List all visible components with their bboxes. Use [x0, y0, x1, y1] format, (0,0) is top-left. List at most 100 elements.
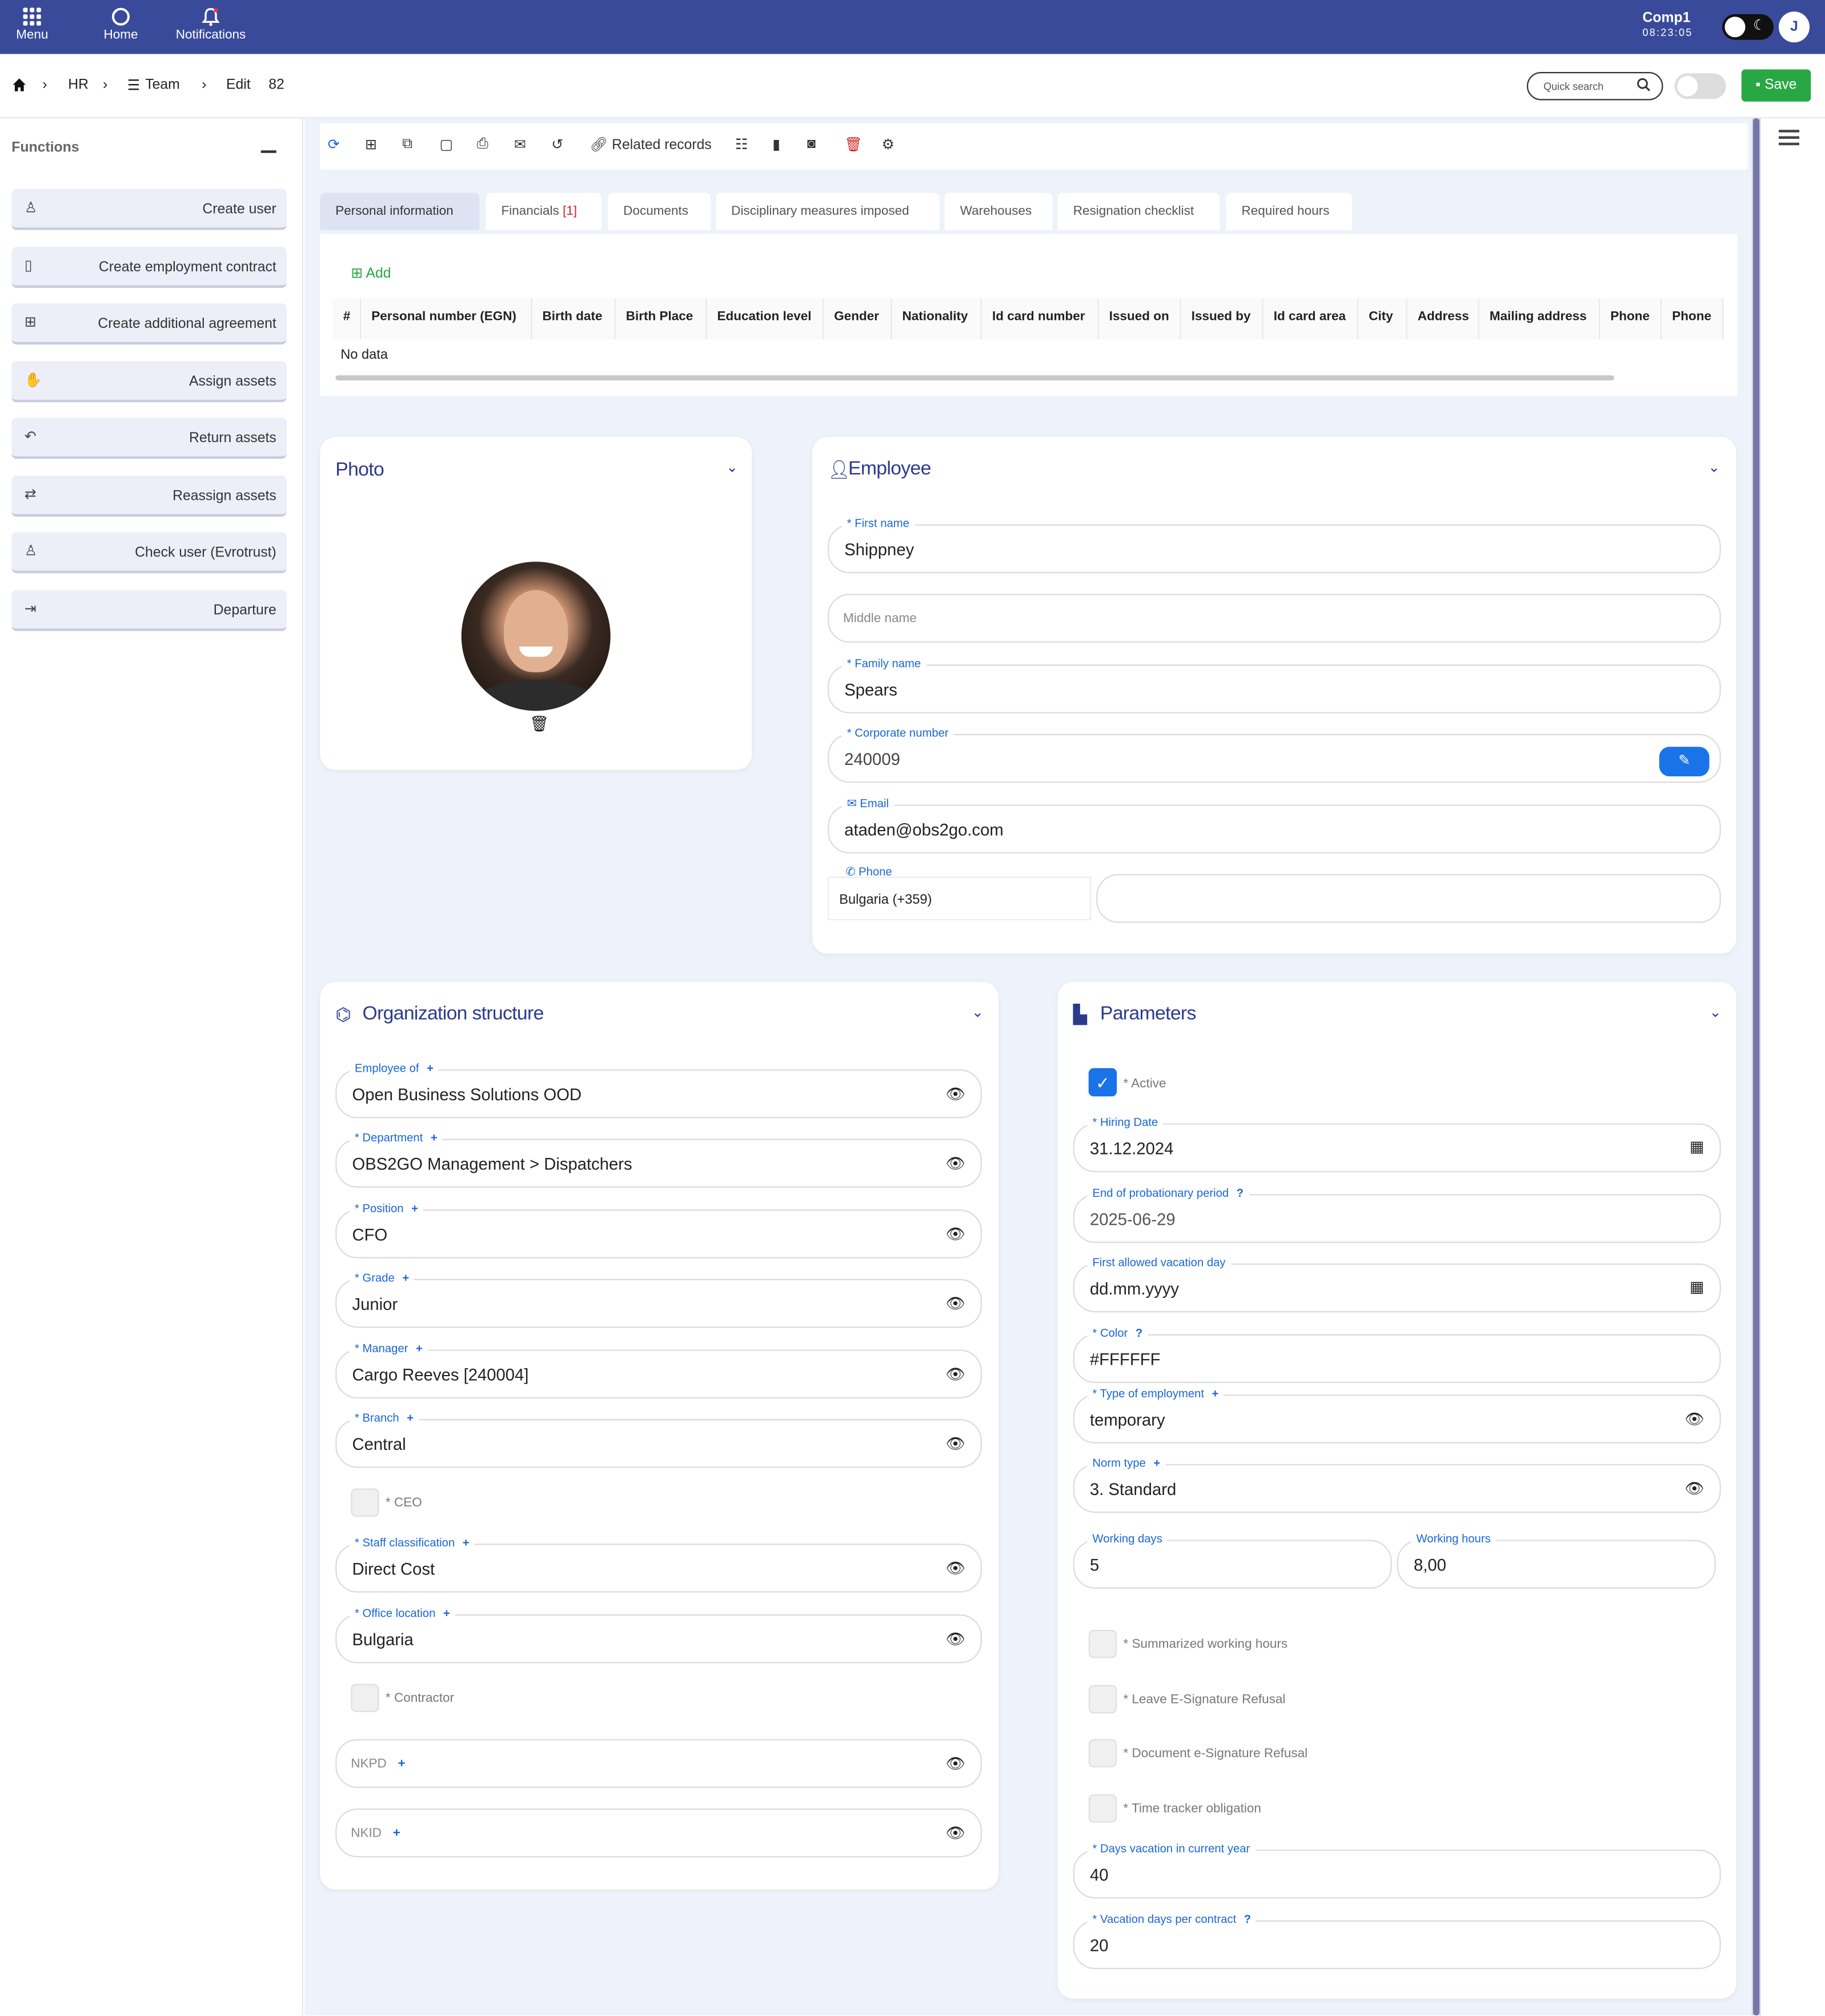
contractor-checkbox[interactable]	[351, 1684, 379, 1712]
column-header[interactable]: Education level	[707, 298, 824, 339]
tab-personal-information[interactable]: Personal information	[320, 193, 480, 230]
eye-icon[interactable]: 👁︎	[945, 1559, 965, 1577]
days-vacation-field[interactable]: * Days vacation in current year 40	[1073, 1842, 1721, 1899]
first-name-field[interactable]: * First name Shippney	[828, 516, 1721, 574]
column-header[interactable]: Birth date	[532, 298, 616, 339]
func-reassign-assets[interactable]: ⇄ Reassign assets	[11, 475, 287, 517]
add-row-button[interactable]: ⊞ Add	[351, 265, 391, 282]
camera-icon[interactable]: ◙	[807, 137, 816, 152]
working-days-field[interactable]: Working days 5	[1073, 1532, 1392, 1589]
calendar-icon[interactable]: ▦	[1690, 1137, 1704, 1156]
email-field[interactable]: ✉ Email ataden@obs2go.com	[828, 797, 1721, 853]
home-icon[interactable]	[11, 77, 27, 93]
employee-photo[interactable]	[461, 562, 611, 711]
column-header[interactable]: Address	[1407, 298, 1479, 339]
crumb-team[interactable]: Team	[145, 77, 180, 93]
plus-icon[interactable]: +	[416, 1342, 423, 1355]
user-avatar[interactable]: J	[1779, 11, 1810, 43]
checklist-icon[interactable]: ☷	[735, 137, 748, 153]
plus-icon[interactable]: +	[431, 1131, 438, 1144]
quick-search-input[interactable]: Quick search	[1527, 72, 1663, 101]
eye-icon[interactable]: 👁︎	[1684, 1480, 1704, 1498]
norm-type-field[interactable]: Norm type + 3. Standard 👁︎	[1073, 1456, 1721, 1513]
func-check-user[interactable]: ♙ Check user (Evrotrust)	[11, 532, 287, 574]
func-return-assets[interactable]: ↶ Return assets	[11, 418, 287, 459]
middle-name-field[interactable]: Middle name	[828, 594, 1721, 643]
settings-gear-icon[interactable]: ⚙	[882, 137, 895, 153]
family-name-field[interactable]: * Family name Spears	[828, 656, 1721, 714]
phone-input[interactable]	[1096, 874, 1721, 923]
eye-icon[interactable]: 👁︎	[945, 1754, 965, 1773]
help-icon[interactable]: ?	[1244, 1913, 1251, 1926]
plus-icon[interactable]: +	[407, 1412, 414, 1425]
eye-icon[interactable]: 👁︎	[1684, 1410, 1704, 1428]
column-header[interactable]: Phone	[1600, 298, 1662, 339]
trash-icon[interactable]: 🗑︎	[530, 715, 549, 733]
tab-required-hours[interactable]: Required hours	[1226, 193, 1352, 230]
working-hours-field[interactable]: Working hours 8,00	[1397, 1532, 1716, 1589]
ceo-checkbox[interactable]	[351, 1488, 379, 1517]
func-assign-assets[interactable]: ✋ Assign assets	[11, 361, 287, 403]
related-records-button[interactable]: 🔗︎ Related records	[590, 137, 712, 153]
first-vacation-day-field[interactable]: First allowed vacation day dd.mm.yyyy ▦	[1073, 1256, 1721, 1313]
plus-icon[interactable]: +	[1153, 1456, 1160, 1469]
view-toggle[interactable]	[1674, 73, 1726, 99]
plus-icon[interactable]: +	[463, 1536, 470, 1549]
leave-esignature-checkbox[interactable]	[1088, 1685, 1117, 1714]
document-esignature-checkbox[interactable]	[1088, 1739, 1117, 1767]
hamburger-menu-icon[interactable]	[1779, 130, 1799, 149]
column-header[interactable]: City	[1358, 298, 1407, 339]
branch-field[interactable]: * Branch + Central 👁︎	[335, 1411, 982, 1468]
department-field[interactable]: * Department + OBS2GO Management > Dispat…	[335, 1131, 982, 1188]
column-header[interactable]: Id card number	[982, 298, 1099, 339]
eye-icon[interactable]: 👁︎	[945, 1824, 965, 1842]
column-header[interactable]: Gender	[824, 298, 892, 339]
func-create-additional-agreement[interactable]: ⊞ Create additional agreement	[11, 303, 287, 344]
tab-resignation-checklist[interactable]: Resignation checklist	[1057, 193, 1220, 230]
column-header[interactable]: Birth Place	[615, 298, 707, 339]
plus-icon[interactable]: +	[427, 1062, 434, 1075]
plus-icon[interactable]: +	[1212, 1387, 1219, 1400]
column-header[interactable]: Phone	[1662, 298, 1724, 339]
calendar-icon[interactable]: ▦	[1690, 1278, 1704, 1296]
summarized-hours-checkbox[interactable]	[1088, 1630, 1117, 1658]
func-create-employment-contract[interactable]: ▯ Create employment contract	[11, 247, 287, 288]
time-tracker-checkbox[interactable]	[1088, 1794, 1117, 1823]
grade-field[interactable]: * Grade + Junior 👁︎	[335, 1271, 982, 1328]
home-button[interactable]: Home	[101, 5, 142, 42]
notifications-button[interactable]: Notifications	[173, 5, 250, 42]
nkid-field[interactable]: NKID + 👁︎	[335, 1808, 982, 1858]
hiring-date-field[interactable]: * Hiring Date 31.12.2024 ▦	[1073, 1116, 1721, 1172]
save-button[interactable]: ▪ Save	[1741, 69, 1811, 102]
tab-financials[interactable]: Financials [1]	[486, 193, 601, 230]
employee-of-field[interactable]: Employee of + Open Business Solutions OOD…	[335, 1061, 982, 1119]
table-horizontal-scrollbar[interactable]	[335, 375, 1614, 380]
delete-icon[interactable]: 🗑︎	[844, 137, 862, 153]
employment-type-field[interactable]: * Type of employment + temporary 👁︎	[1073, 1386, 1721, 1444]
active-checkbox[interactable]: ✓	[1088, 1068, 1117, 1097]
plus-icon[interactable]: +	[443, 1607, 450, 1620]
help-icon[interactable]: ?	[1237, 1187, 1244, 1200]
chevron-down-icon[interactable]: ⌄	[726, 459, 738, 476]
eye-icon[interactable]: 👁︎	[945, 1294, 965, 1313]
func-create-user[interactable]: ♙ Create user	[11, 189, 287, 230]
column-header[interactable]: Id card area	[1263, 298, 1359, 339]
chevron-down-icon[interactable]: ⌄	[1710, 1004, 1722, 1021]
edit-pencil-button[interactable]: ✎	[1659, 747, 1710, 776]
history-icon[interactable]: ↺	[551, 137, 563, 153]
position-field[interactable]: * Position + CFO 👁︎	[335, 1201, 982, 1259]
office-location-field[interactable]: * Office location + Bulgaria 👁︎	[335, 1606, 982, 1664]
file-icon[interactable]: ▮	[772, 137, 780, 153]
eye-icon[interactable]: 👁︎	[945, 1630, 965, 1648]
eye-icon[interactable]: 👁︎	[945, 1434, 965, 1453]
nkpd-field[interactable]: NKPD + 👁︎	[335, 1739, 982, 1788]
probation-end-field[interactable]: End of probationary period? 2025-06-29	[1073, 1186, 1721, 1243]
add-icon[interactable]: ⊞	[365, 137, 377, 153]
chevron-down-icon[interactable]: ⌄	[1708, 459, 1720, 476]
plus-icon[interactable]: +	[411, 1202, 418, 1215]
tab-documents[interactable]: Documents	[608, 193, 711, 230]
copy-icon[interactable]: ⧉	[402, 137, 412, 153]
eye-icon[interactable]: 👁︎	[945, 1225, 965, 1243]
plus-icon[interactable]: +	[393, 1826, 400, 1841]
collapse-icon[interactable]	[260, 150, 276, 153]
